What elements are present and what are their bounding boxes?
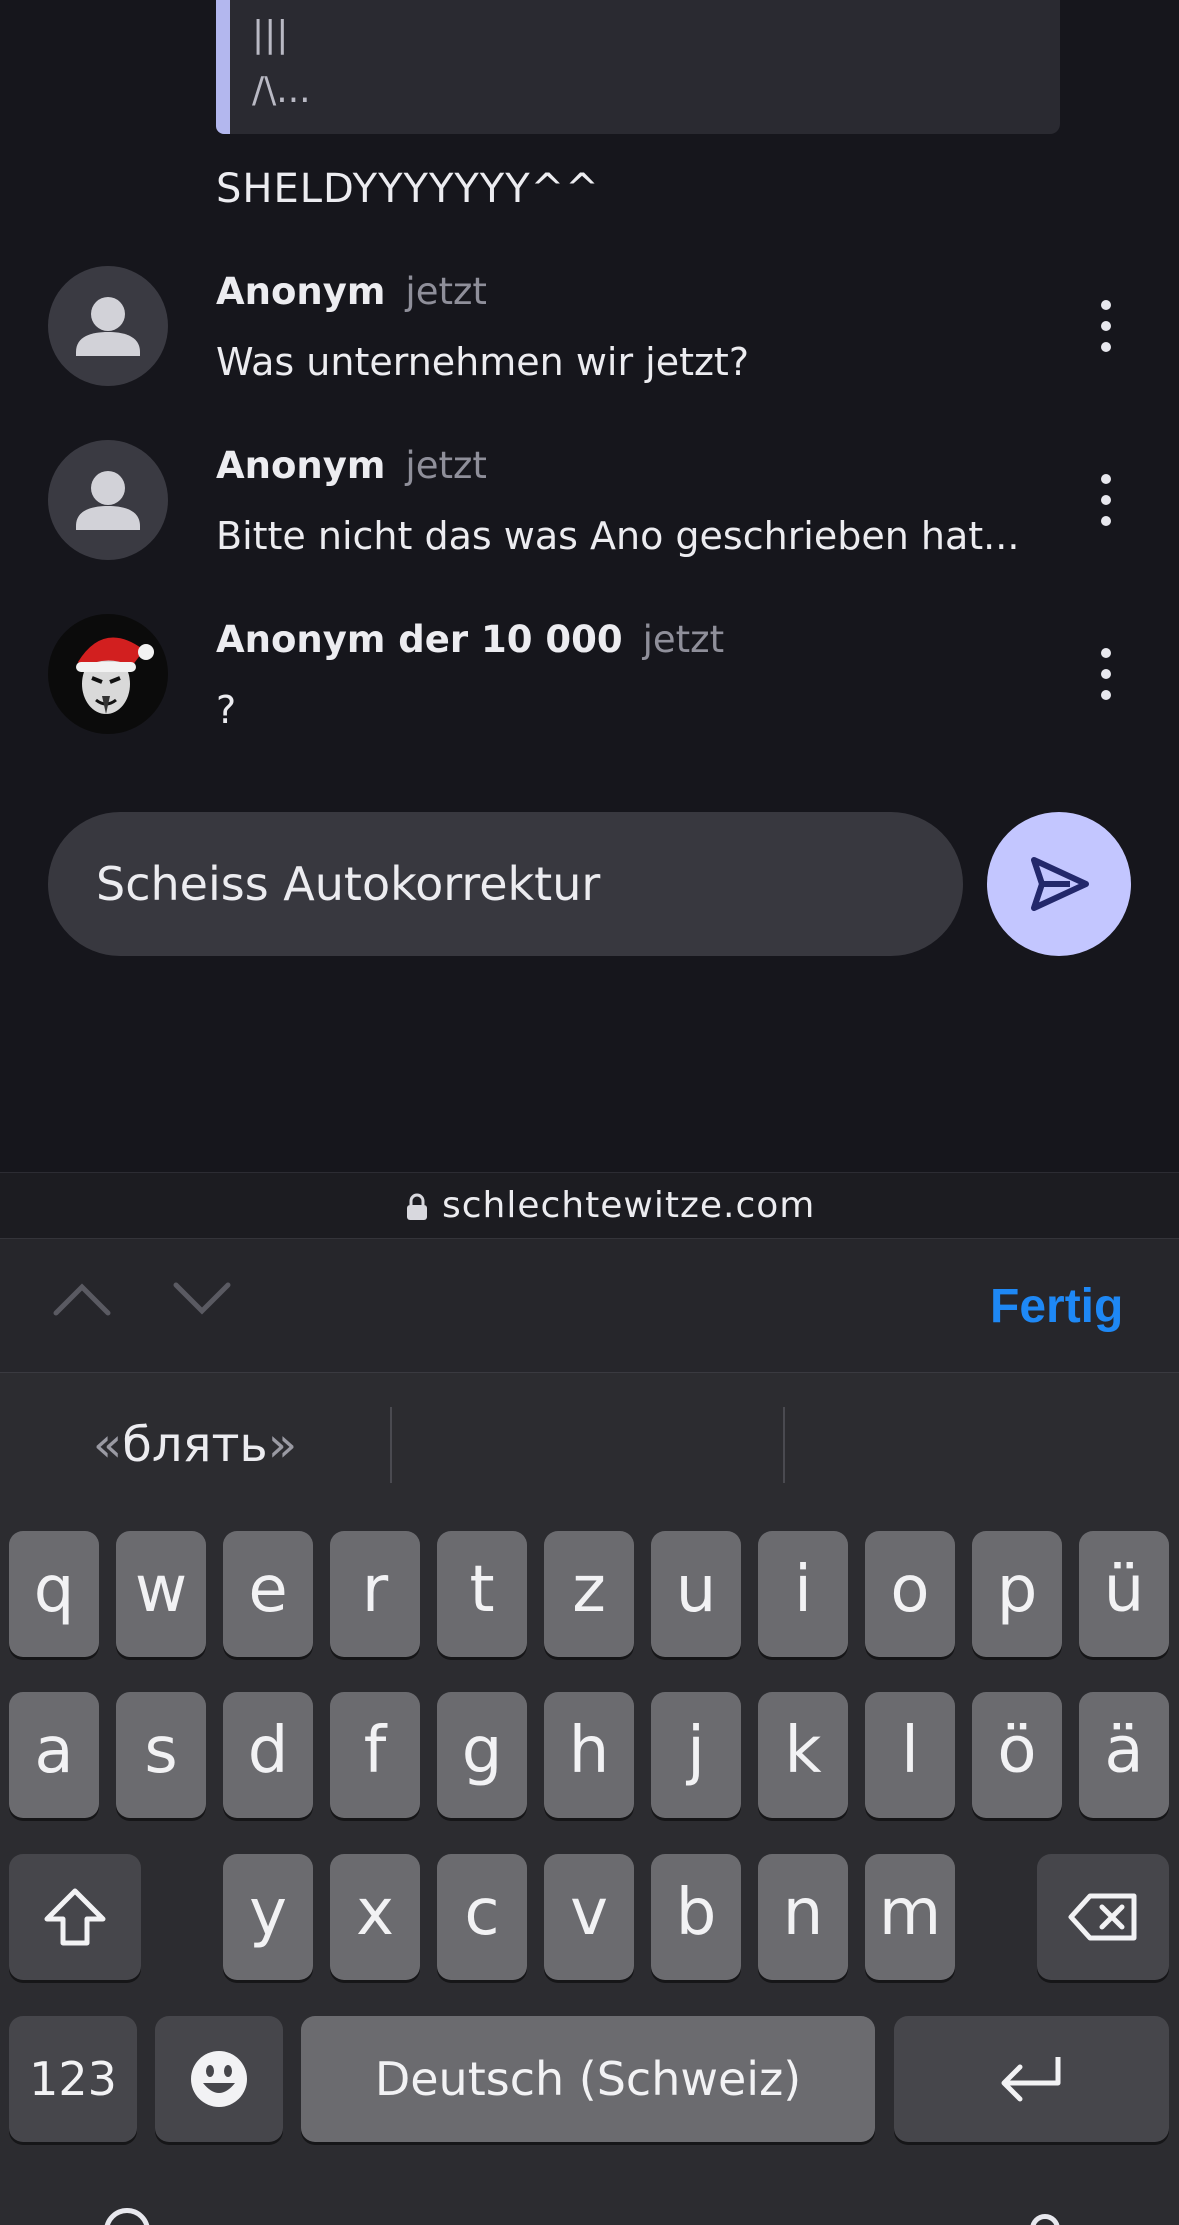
key-l[interactable]: l (865, 1692, 955, 1818)
space-key[interactable]: Deutsch (Schweiz) (301, 2016, 875, 2142)
person-icon[interactable] (48, 266, 168, 386)
chevron-up-icon[interactable] (52, 1279, 112, 1319)
message-row: Anonym jetzt Bitte nicht das was Ano gesc… (0, 440, 1179, 590)
more-options-icon[interactable] (1090, 470, 1122, 530)
key-s[interactable]: s (116, 1692, 206, 1818)
message-row: Anonym jetzt Was unternehmen wir jetzt? (0, 266, 1179, 416)
message-time: jetzt (405, 444, 487, 487)
key-i[interactable]: i (758, 1531, 848, 1657)
numbers-key[interactable]: 123 (9, 2016, 137, 2142)
key-w[interactable]: w (116, 1531, 206, 1657)
quote-line: /\... (252, 70, 311, 111)
send-icon (1031, 857, 1089, 911)
message-text: Was unternehmen wir jetzt? (216, 340, 750, 384)
key-f[interactable]: f (330, 1692, 420, 1818)
key-a[interactable]: a (9, 1692, 99, 1818)
key-ue[interactable]: ü (1079, 1531, 1169, 1657)
message-text: ? (216, 688, 237, 732)
message-meta: Anonym jetzt (216, 270, 487, 313)
emoji-icon (191, 2051, 247, 2107)
message-author[interactable]: Anonym der 10 000 (216, 618, 623, 661)
key-z[interactable]: z (544, 1531, 634, 1657)
lock-icon (407, 1193, 427, 1220)
key-u[interactable]: u (651, 1531, 741, 1657)
key-x[interactable]: x (330, 1854, 420, 1980)
key-r[interactable]: r (330, 1531, 420, 1657)
key-oe[interactable]: ö (972, 1692, 1062, 1818)
key-e[interactable]: e (223, 1531, 313, 1657)
key-h[interactable]: h (544, 1692, 634, 1818)
person-icon[interactable] (48, 440, 168, 560)
message-text: Bitte nicht das was Ano geschrieben hat.… (216, 514, 1020, 558)
message-time: jetzt (642, 618, 725, 661)
shift-key[interactable] (9, 1854, 141, 1980)
quoted-message: ||| /\... (216, 0, 1060, 134)
key-q[interactable]: q (9, 1531, 99, 1657)
shift-icon (44, 1888, 106, 1946)
backspace-key[interactable] (1037, 1854, 1169, 1980)
return-icon (1001, 2057, 1061, 2102)
key-k[interactable]: k (758, 1692, 848, 1818)
suggestion-divider (783, 1407, 785, 1483)
emoji-key[interactable] (155, 2016, 283, 2142)
key-v[interactable]: v (544, 1854, 634, 1980)
send-button[interactable] (987, 812, 1131, 956)
key-g[interactable]: g (437, 1692, 527, 1818)
key-d[interactable]: d (223, 1692, 313, 1818)
keyboard: «блять» q w e r t z u i o p ü a s d f g … (0, 1372, 1179, 2225)
quote-line: ||| (252, 14, 289, 55)
message-row: Anonym der 10 000 jetzt ? (0, 614, 1179, 764)
key-ae[interactable]: ä (1079, 1692, 1169, 1818)
key-n[interactable]: n (758, 1854, 848, 1980)
form-accessory-bar: Fertig (0, 1238, 1179, 1372)
more-options-icon[interactable] (1090, 644, 1122, 704)
key-j[interactable]: j (651, 1692, 741, 1818)
message-meta: Anonym der 10 000 jetzt (216, 618, 724, 661)
key-t[interactable]: t (437, 1531, 527, 1657)
suggestion-item[interactable]: «блять» (0, 1417, 390, 1473)
suggestion-bar: «блять» (0, 1373, 1179, 1513)
key-y[interactable]: y (223, 1854, 313, 1980)
quote-accent-bar (216, 0, 230, 134)
message-meta: Anonym jetzt (216, 444, 487, 487)
url-text: schlechtewitze.com (442, 1185, 816, 1226)
return-key[interactable] (894, 2016, 1169, 2142)
message-time: jetzt (405, 270, 487, 313)
key-p[interactable]: p (972, 1531, 1062, 1657)
message-composer (48, 812, 963, 956)
browser-address-bar[interactable]: schlechtewitze.com (0, 1172, 1179, 1238)
key-o[interactable]: o (865, 1531, 955, 1657)
more-options-icon[interactable] (1090, 296, 1122, 356)
message-input[interactable] (96, 850, 916, 918)
message-author[interactable]: Anonym (216, 270, 385, 313)
suggestion-divider (390, 1407, 392, 1483)
key-m[interactable]: m (865, 1854, 955, 1980)
key-b[interactable]: b (651, 1854, 741, 1980)
done-button[interactable]: Fertig (990, 1279, 1123, 1334)
backspace-icon (1068, 1893, 1137, 1941)
santa-mask-avatar[interactable] (48, 614, 168, 734)
chevron-down-icon[interactable] (172, 1279, 232, 1319)
message-author[interactable]: Anonym (216, 444, 385, 487)
key-c[interactable]: c (437, 1854, 527, 1980)
message-text: SHELDYYYYYYY^^ (216, 166, 600, 212)
chat-area: ||| /\... SHELDYYYYYYY^^ Anonym jetzt Was… (0, 0, 1179, 1172)
